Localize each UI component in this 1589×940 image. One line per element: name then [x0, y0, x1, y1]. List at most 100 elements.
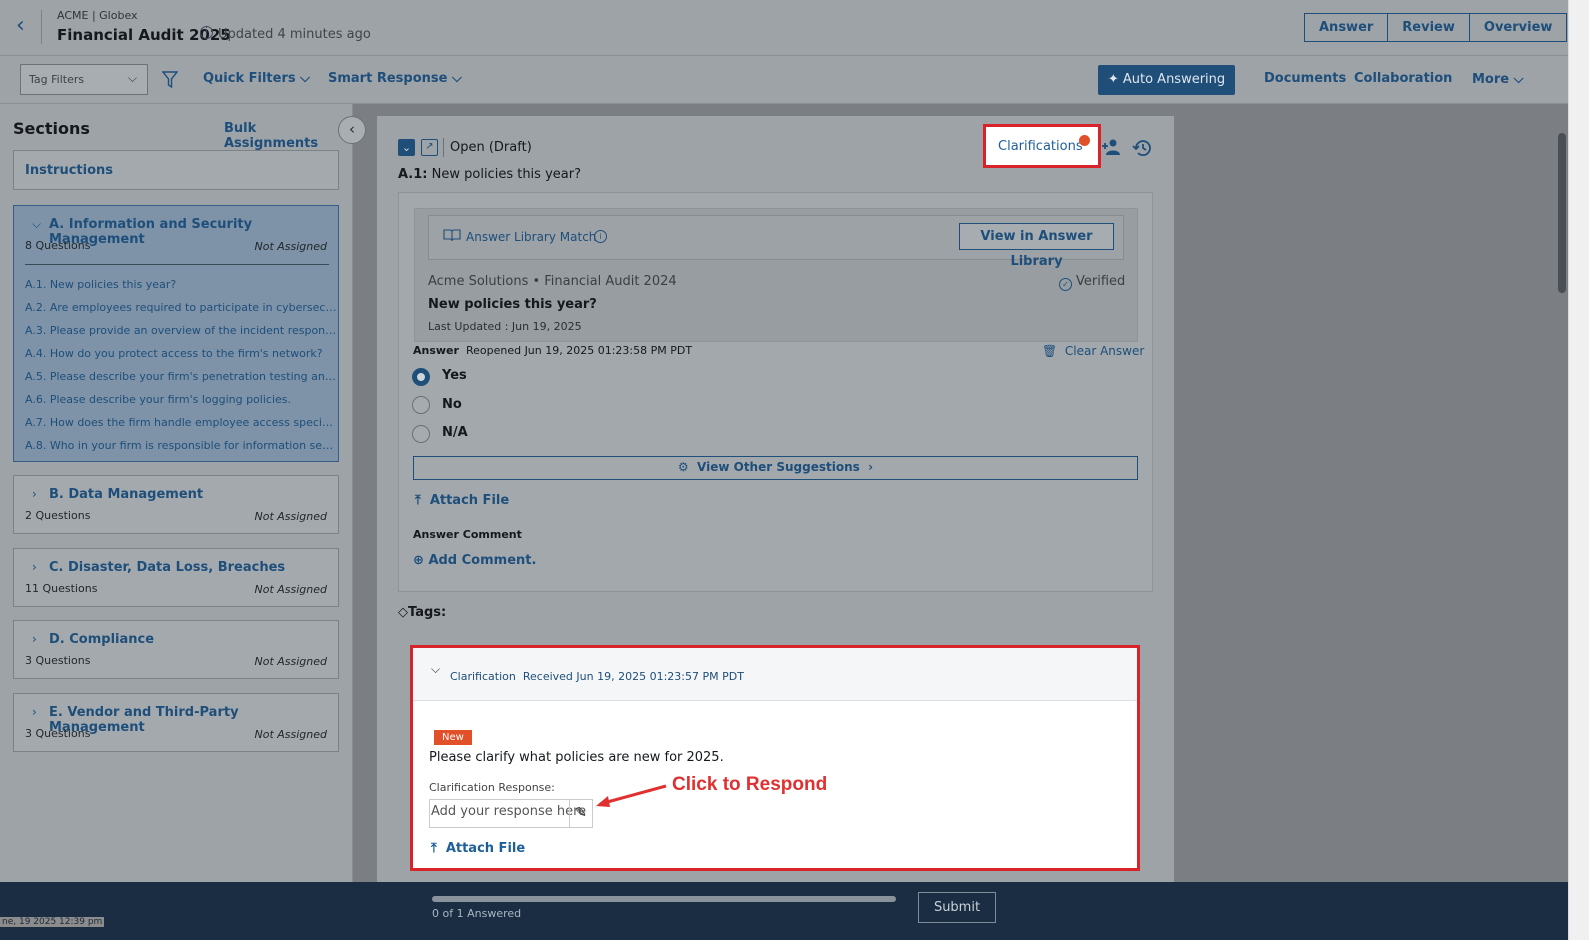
submit-button[interactable]: Submit	[918, 892, 996, 923]
scroll-thumb[interactable]	[1558, 133, 1566, 293]
tag-filter-select[interactable]: Tag Filters ⌵	[20, 64, 148, 95]
clarification-panel: ⌵ Clarification Received Jun 19, 2025 01…	[410, 645, 1140, 871]
radio-na[interactable]	[412, 425, 430, 443]
footer-bar: 0 of 1 Answered Submit ne, 19 2025 12:39…	[0, 882, 1568, 940]
filter-funnel-icon[interactable]	[162, 71, 178, 89]
more-label: More	[1472, 72, 1510, 87]
assignment-status: Not Assigned	[254, 240, 327, 253]
assignment-status: Not Assigned	[254, 583, 327, 596]
documents-link[interactable]: Documents	[1264, 71, 1346, 86]
section-card-e[interactable]: › E. Vendor and Third-Party Management 3…	[13, 693, 339, 752]
chevron-right-icon[interactable]: ›	[32, 487, 37, 501]
library-last-updated: Last Updated : Jun 19, 2025	[428, 320, 582, 333]
divider	[443, 138, 444, 157]
annotation-label: Click to Respond	[672, 774, 828, 795]
clarification-response-label: Clarification Response:	[429, 781, 555, 794]
section-title: C. Disaster, Data Loss, Breaches	[49, 560, 286, 575]
option-label: No	[442, 397, 462, 412]
question-link[interactable]: A.8. Who in your firm is responsible for…	[25, 439, 337, 462]
clarification-header[interactable]: ⌵ Clarification Received Jun 19, 2025 01…	[413, 648, 1137, 701]
section-card-c[interactable]: › C. Disaster, Data Loss, Breaches 11 Qu…	[13, 548, 339, 607]
option-label: N/A	[442, 425, 468, 440]
chevron-down-icon[interactable]: ⌵	[32, 217, 41, 232]
section-card-b[interactable]: › B. Data Management 2 Questions Not Ass…	[13, 475, 339, 534]
question-link[interactable]: A.7. How does the firm handle employee a…	[25, 416, 337, 439]
attach-file-button[interactable]: ⤒ Attach File	[415, 493, 509, 508]
question-count: 2 Questions	[25, 509, 91, 522]
chevron-right-icon[interactable]: ›	[32, 705, 37, 719]
section-title: B. Data Management	[49, 487, 204, 502]
clear-answer-button[interactable]: 🗑 Clear Answer	[1042, 344, 1144, 358]
tab-overview[interactable]: Overview	[1470, 14, 1567, 41]
question-link[interactable]: A.5. Please describe your firm's penetra…	[25, 370, 337, 393]
chevron-down-icon[interactable]: ⌵	[431, 662, 440, 677]
attach-file-label: Attach File	[445, 841, 526, 856]
pencil-icon[interactable]: ✎	[569, 800, 592, 827]
book-icon	[443, 229, 461, 242]
upload-icon: ⤒	[431, 841, 437, 856]
radio-no[interactable]	[412, 396, 430, 414]
info-icon[interactable]: i	[594, 230, 607, 243]
view-other-suggestions-button[interactable]: ⚙ View Other Suggestions ›	[413, 456, 1138, 480]
question-link[interactable]: A.6. Please describe your firm's logging…	[25, 393, 337, 416]
assignment-status: Not Assigned	[254, 655, 327, 668]
clarification-response-input[interactable]: Add your response here ✎	[429, 799, 593, 828]
question-count: 8 Questions	[25, 239, 91, 252]
question-link[interactable]: A.2. Are employees required to participa…	[25, 301, 337, 324]
history-icon[interactable]	[1132, 138, 1152, 158]
annotation-arrow-icon	[596, 784, 667, 807]
bulk-assignments-link[interactable]: Bulk Assignments	[224, 121, 352, 151]
tab-answer[interactable]: Answer	[1305, 14, 1389, 41]
section-card-d[interactable]: › D. Compliance 3 Questions Not Assigned	[13, 620, 339, 679]
add-person-icon[interactable]	[1101, 138, 1121, 156]
clarifications-button[interactable]: Clarifications	[983, 124, 1101, 168]
info-icon[interactable]: i	[200, 26, 213, 39]
smart-response-label: Smart Response	[328, 71, 448, 86]
clarification-label: Clarification	[450, 670, 516, 683]
add-comment-button[interactable]: ⊕ Add Comment.	[413, 553, 536, 568]
library-source: Acme Solutions • Financial Audit 2024	[428, 274, 677, 289]
clarification-attach-file-button[interactable]: ⤒ Attach File	[431, 841, 525, 856]
question-link[interactable]: A.4. How do you protect access to the fi…	[25, 347, 337, 370]
divider	[41, 10, 42, 44]
smart-response-dropdown[interactable]: Smart Response ⌵	[328, 71, 462, 86]
question-status: Open (Draft)	[450, 140, 532, 155]
sections-title: Sections	[13, 119, 90, 138]
top-bar: ‹ ACME | Globex Financial Audit 2025 i U…	[0, 0, 1568, 56]
sparkle-icon: ✦	[1107, 72, 1119, 87]
instructions-card[interactable]: Instructions	[13, 150, 339, 190]
collaboration-link[interactable]: Collaboration	[1354, 71, 1452, 86]
section-card-a[interactable]: ⌵ A. Information and Security Management…	[13, 205, 339, 462]
question-link[interactable]: A.3. Please provide an overview of the i…	[25, 324, 337, 347]
chevron-right-icon[interactable]: ›	[32, 632, 37, 646]
add-comment-label: Add Comment.	[428, 553, 537, 568]
tags-label: ◇Tags:	[398, 605, 446, 620]
updated-text: Updated 4 minutes ago	[218, 27, 371, 42]
clarification-meta: Clarification Received Jun 19, 2025 01:2…	[450, 670, 744, 683]
collapse-sidebar-button[interactable]: ‹	[338, 116, 366, 144]
new-badge: New	[434, 730, 472, 745]
tab-review[interactable]: Review	[1388, 14, 1470, 41]
answer-comment-label: Answer Comment	[413, 528, 522, 541]
assignment-status: Not Assigned	[254, 510, 327, 523]
expand-icon[interactable]: ↗	[421, 139, 438, 156]
auto-answering-label: Auto Answering	[1122, 72, 1226, 87]
select-checkbox[interactable]: ⌄	[398, 139, 415, 156]
question-link[interactable]: A.1. New policies this year?	[25, 278, 337, 301]
more-dropdown[interactable]: More ⌵	[1472, 72, 1524, 87]
section-title: D. Compliance	[49, 632, 155, 647]
answer-library-match-label: Answer Library Match	[466, 230, 597, 244]
attach-file-label: Attach File	[429, 493, 510, 508]
verified-label: Verified	[1076, 274, 1126, 289]
question-label: New policies this year?	[431, 167, 581, 182]
view-in-answer-library-button[interactable]: View in Answer Library	[959, 223, 1114, 269]
upload-icon: ⤒	[415, 493, 421, 508]
auto-answering-button[interactable]: ✦ Auto Answering	[1098, 65, 1235, 95]
clarification-question: Please clarify what policies are new for…	[429, 750, 724, 765]
back-arrow-icon[interactable]: ‹	[16, 14, 38, 40]
radio-yes[interactable]	[412, 368, 430, 386]
scrollbar[interactable]	[1568, 0, 1589, 940]
chevron-right-icon[interactable]: ›	[32, 560, 37, 574]
check-circle-icon: ✓	[1059, 278, 1072, 291]
quick-filters-dropdown[interactable]: Quick Filters ⌵	[203, 71, 310, 86]
